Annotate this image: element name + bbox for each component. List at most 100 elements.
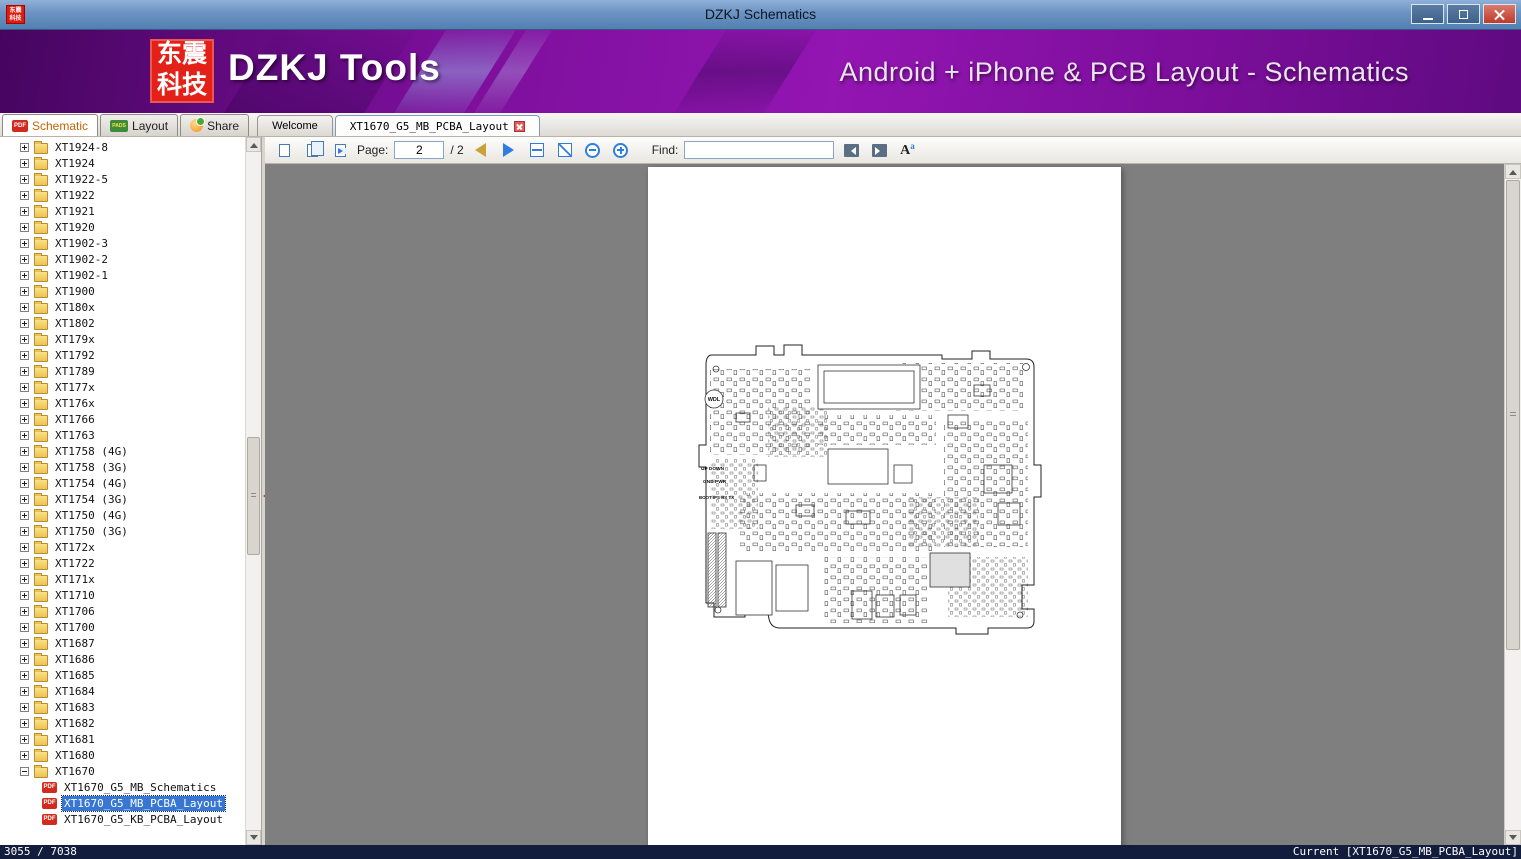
expand-icon[interactable] — [20, 558, 29, 568]
viewer-scroll-thumb[interactable] — [1506, 180, 1520, 650]
viewer-scroll-down-icon[interactable] — [1505, 830, 1521, 845]
tree-file[interactable]: XT1670_G5_KB_PCBA_Layout — [0, 811, 245, 827]
tree-folder[interactable]: XT1680 — [0, 747, 245, 763]
expand-icon[interactable] — [20, 542, 29, 552]
previous-page-button[interactable] — [470, 139, 492, 161]
tree-folder[interactable]: XT176x — [0, 395, 245, 411]
expand-icon[interactable] — [20, 334, 29, 344]
tree-folder[interactable]: XT1682 — [0, 715, 245, 731]
tree-folder[interactable]: XT1920 — [0, 219, 245, 235]
tab-share[interactable]: Share — [180, 114, 250, 136]
tree-folder[interactable]: XT1802 — [0, 315, 245, 331]
expand-icon[interactable] — [20, 718, 29, 728]
expand-icon[interactable] — [20, 638, 29, 648]
expand-icon[interactable] — [20, 382, 29, 392]
tree-folder[interactable]: XT1902-2 — [0, 251, 245, 267]
expand-icon[interactable] — [20, 606, 29, 616]
find-next-icon[interactable] — [868, 139, 890, 161]
fit-page-icon[interactable] — [554, 139, 576, 161]
expand-icon[interactable] — [20, 158, 29, 168]
expand-icon[interactable] — [20, 174, 29, 184]
find-input[interactable] — [684, 141, 835, 159]
single-page-icon[interactable] — [273, 139, 295, 161]
tree-folder[interactable]: XT177x — [0, 379, 245, 395]
tab-schematic[interactable]: Schematic — [2, 114, 99, 136]
tree-folder[interactable]: XT1710 — [0, 587, 245, 603]
tree-folder[interactable]: XT1900 — [0, 283, 245, 299]
maximize-button[interactable] — [1447, 4, 1480, 24]
tree-file[interactable]: XT1670_G5_MB_Schematics — [0, 779, 245, 795]
tree-folder[interactable]: XT1921 — [0, 203, 245, 219]
tree-folder[interactable]: XT1758 (4G) — [0, 443, 245, 459]
expand-icon[interactable] — [20, 414, 29, 424]
viewer-scrollbar[interactable] — [1504, 164, 1521, 845]
tree-folder[interactable]: XT1924 — [0, 155, 245, 171]
expand-icon[interactable] — [20, 574, 29, 584]
tree-file[interactable]: XT1670_G5_MB_PCBA_Layout — [0, 794, 245, 812]
next-page-button[interactable] — [498, 139, 520, 161]
expand-icon[interactable] — [20, 254, 29, 264]
tree-folder[interactable]: XT1922 — [0, 187, 245, 203]
expand-icon[interactable] — [20, 350, 29, 360]
collapse-icon[interactable] — [20, 766, 29, 776]
tree-folder[interactable]: XT1700 — [0, 619, 245, 635]
expand-icon[interactable] — [20, 286, 29, 296]
tree-folder[interactable]: XT1922-5 — [0, 171, 245, 187]
tree-folder[interactable]: XT1683 — [0, 699, 245, 715]
expand-icon[interactable] — [20, 190, 29, 200]
expand-icon[interactable] — [20, 654, 29, 664]
tab-layout[interactable]: Layout — [100, 114, 179, 136]
expand-icon[interactable] — [20, 622, 29, 632]
tree-folder[interactable]: XT1789 — [0, 363, 245, 379]
tree-folder[interactable]: XT1902-1 — [0, 267, 245, 283]
tree-folder[interactable]: XT1722 — [0, 555, 245, 571]
close-button[interactable] — [1483, 4, 1516, 24]
expand-icon[interactable] — [20, 398, 29, 408]
expand-icon[interactable] — [20, 510, 29, 520]
tree-folder[interactable]: XT1685 — [0, 667, 245, 683]
fit-width-icon[interactable] — [526, 139, 548, 161]
expand-icon[interactable] — [20, 238, 29, 248]
expand-icon[interactable] — [20, 702, 29, 712]
expand-icon[interactable] — [20, 478, 29, 488]
expand-icon[interactable] — [20, 366, 29, 376]
tree-folder[interactable]: XT180x — [0, 299, 245, 315]
tree-folder[interactable]: XT172x — [0, 539, 245, 555]
tree-folder[interactable]: XT1686 — [0, 651, 245, 667]
expand-icon[interactable] — [20, 302, 29, 312]
expand-icon[interactable] — [20, 686, 29, 696]
expand-icon[interactable] — [20, 318, 29, 328]
tree-folder[interactable]: XT1792 — [0, 347, 245, 363]
expand-icon[interactable] — [20, 142, 29, 152]
tree-folder[interactable]: XT1763 — [0, 427, 245, 443]
scroll-up-icon[interactable] — [246, 137, 261, 152]
expand-icon[interactable] — [20, 590, 29, 600]
expand-icon[interactable] — [20, 734, 29, 744]
find-previous-icon[interactable] — [840, 139, 862, 161]
zoom-out-icon[interactable] — [582, 139, 604, 161]
minimize-button[interactable] — [1411, 4, 1444, 24]
expand-icon[interactable] — [20, 462, 29, 472]
expand-icon[interactable] — [20, 446, 29, 456]
tree-folder[interactable]: XT1754 (4G) — [0, 475, 245, 491]
expand-icon[interactable] — [20, 670, 29, 680]
tree-folder[interactable]: XT1902-3 — [0, 235, 245, 251]
match-case-icon[interactable] — [896, 139, 918, 161]
tree-folder[interactable]: XT171x — [0, 571, 245, 587]
page-layout-icon[interactable] — [329, 139, 351, 161]
expand-icon[interactable] — [20, 526, 29, 536]
viewer-scroll-up-icon[interactable] — [1505, 164, 1521, 179]
doc-tab-welcome[interactable]: Welcome — [257, 115, 333, 136]
zoom-in-icon[interactable] — [610, 139, 632, 161]
tree-folder[interactable]: XT1684 — [0, 683, 245, 699]
scroll-down-icon[interactable] — [246, 830, 261, 845]
expand-icon[interactable] — [20, 270, 29, 280]
tree-folder[interactable]: XT1687 — [0, 635, 245, 651]
expand-icon[interactable] — [20, 206, 29, 216]
expand-icon[interactable] — [20, 222, 29, 232]
tree-folder[interactable]: XT1766 — [0, 411, 245, 427]
tree-folder[interactable]: XT1750 (3G) — [0, 523, 245, 539]
doc-tab-current[interactable]: XT1670_G5_MB_PCBA_Layout — [334, 115, 540, 136]
tree-folder[interactable]: XT1670 — [0, 763, 245, 779]
expand-icon[interactable] — [20, 430, 29, 440]
